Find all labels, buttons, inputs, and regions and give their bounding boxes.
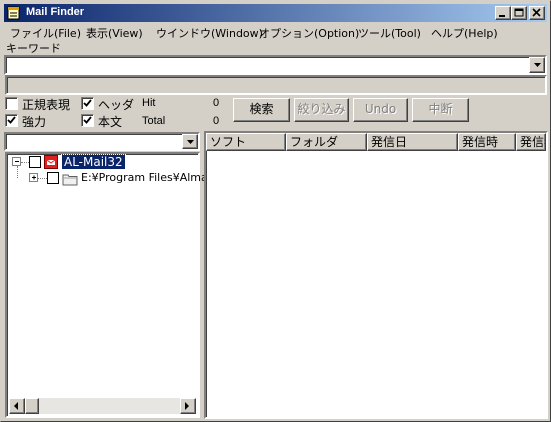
tree-root-label[interactable]: AL-Mail32 xyxy=(61,154,126,170)
window-title: Mail Finder xyxy=(26,6,85,18)
narrow-button[interactable]: 絞り込み xyxy=(294,98,349,122)
total-count: 0 xyxy=(213,115,220,127)
child-checkbox[interactable] xyxy=(47,172,59,184)
menu-view[interactable]: 表示(View) xyxy=(86,25,143,41)
menu-help[interactable]: ヘルプ(Help) xyxy=(431,25,498,41)
chevron-down-icon xyxy=(534,63,541,67)
menu-option[interactable]: オプション(Option) xyxy=(259,25,359,41)
body-checkbox[interactable] xyxy=(81,114,94,127)
checkmark-icon xyxy=(7,116,16,124)
abort-button[interactable]: 中断 xyxy=(412,98,469,122)
mail-finder-window: Mail Finder ファイル(File) 表示(View) ウインドウ(Wi… xyxy=(0,0,551,422)
header-label: ヘッダ xyxy=(98,98,135,112)
strong-checkbox[interactable] xyxy=(5,114,18,127)
title-bar[interactable]: Mail Finder xyxy=(4,4,547,22)
tree-filter-combo[interactable] xyxy=(4,132,200,151)
keyword-label: キーワード xyxy=(6,42,61,55)
menu-bar: ファイル(File) 表示(View) ウインドウ(Window) オプション(… xyxy=(4,23,547,41)
keyword-dropdown-button[interactable] xyxy=(529,57,545,73)
keyword-combo[interactable] xyxy=(4,55,547,75)
mail-client-icon xyxy=(44,155,58,169)
hit-count: 0 xyxy=(213,97,220,109)
search-status-field xyxy=(5,75,547,95)
maximize-icon xyxy=(514,8,524,17)
scroll-thumb[interactable] xyxy=(25,398,39,414)
minimize-button[interactable] xyxy=(495,6,511,20)
checkmark-icon xyxy=(83,99,92,107)
total-label: Total xyxy=(142,115,166,127)
column-header-sent-time[interactable]: 発信時 xyxy=(458,133,516,151)
scroll-right-button[interactable] xyxy=(180,398,196,414)
column-header-folder[interactable]: フォルダ xyxy=(286,133,367,151)
checkmark-icon xyxy=(83,116,92,124)
hit-label: Hit xyxy=(142,97,156,109)
menu-file[interactable]: ファイル(File) xyxy=(10,25,81,41)
close-button[interactable] xyxy=(529,6,545,20)
regex-checkbox[interactable] xyxy=(5,97,18,110)
close-icon xyxy=(532,8,541,17)
arrow-right-icon xyxy=(185,402,189,410)
maximize-button[interactable] xyxy=(511,6,527,20)
regex-label: 正規表現 xyxy=(22,98,71,112)
app-icon xyxy=(6,5,22,21)
strong-label: 強力 xyxy=(22,115,47,129)
folder-tree[interactable]: AL-Mail32 E:¥Program Files¥Alma xyxy=(5,152,208,418)
header-checkbox[interactable] xyxy=(81,97,94,110)
result-list[interactable]: ソフト フォルダ 発信日 発信時 発信者 xyxy=(204,131,548,419)
menu-window[interactable]: ウインドウ(Window) xyxy=(156,25,263,41)
root-checkbox[interactable] xyxy=(29,156,41,168)
tree-filter-dropdown-button[interactable] xyxy=(182,134,198,149)
plus-icon xyxy=(32,175,36,180)
tree-horizontal-scrollbar[interactable] xyxy=(9,398,196,414)
expand-toggle[interactable] xyxy=(29,173,38,182)
minimize-icon xyxy=(499,15,505,17)
minus-icon xyxy=(15,161,19,162)
search-button[interactable]: 検索 xyxy=(233,98,290,122)
scroll-left-button[interactable] xyxy=(9,398,25,414)
menu-tool[interactable]: ツール(Tool) xyxy=(358,25,421,41)
column-header-sender[interactable]: 発信者 xyxy=(516,133,546,151)
folder-icon xyxy=(62,172,78,186)
column-header-soft[interactable]: ソフト xyxy=(206,133,286,151)
undo-button[interactable]: Undo xyxy=(353,98,408,122)
arrow-left-icon xyxy=(14,402,18,410)
tree-connector xyxy=(17,166,18,178)
chevron-down-icon xyxy=(187,140,194,144)
column-header-sent-date[interactable]: 発信日 xyxy=(367,133,458,151)
tree-child-label[interactable]: E:¥Program Files¥Alma xyxy=(81,171,208,184)
body-label: 本文 xyxy=(98,115,123,129)
collapse-toggle[interactable] xyxy=(12,157,21,166)
